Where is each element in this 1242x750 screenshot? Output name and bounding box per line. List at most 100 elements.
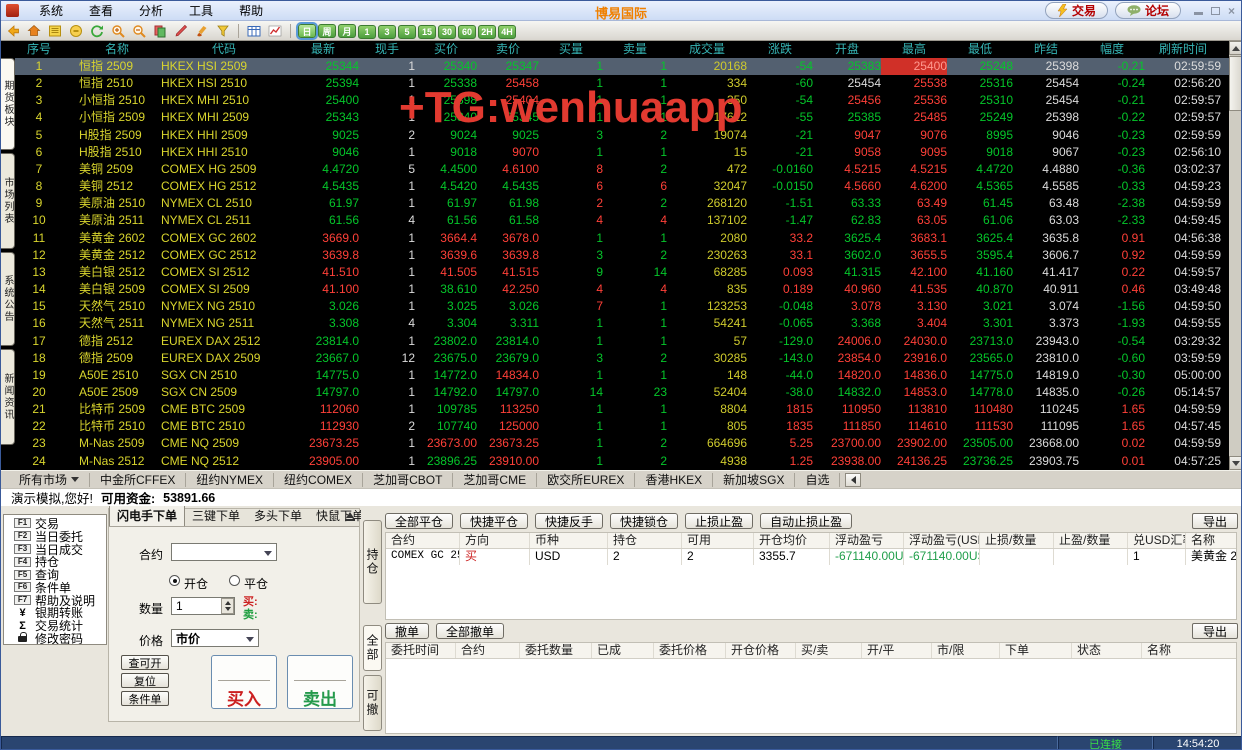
- order-action-1[interactable]: 全部撤单: [436, 623, 504, 639]
- filter-icon[interactable]: [214, 22, 232, 39]
- nav-item-9[interactable]: 修改密码: [4, 632, 106, 645]
- market-tab-2[interactable]: 纽约NYMEX: [186, 473, 274, 487]
- side-tab-0[interactable]: 期货板块: [1, 58, 15, 150]
- position-action-0[interactable]: 全部平仓: [385, 513, 453, 529]
- order-entry-tab-1[interactable]: 三键下单: [185, 506, 247, 526]
- period-button-30[interactable]: 30: [438, 25, 456, 39]
- position-action-4[interactable]: 止损止盈: [685, 513, 753, 529]
- paint-brush-icon[interactable]: [193, 22, 211, 39]
- quote-row[interactable]: 6H股指 2510HKEX HHI 251090461901890701115-…: [15, 144, 1229, 161]
- period-button-5[interactable]: 5: [398, 25, 416, 39]
- market-tab-9[interactable]: 自选: [795, 473, 840, 487]
- position-action-1[interactable]: 快捷平仓: [460, 513, 528, 529]
- position-row[interactable]: COMEX GC 2508买USD223355.7-671140.00USD-6…: [386, 549, 1236, 565]
- quote-col-header-9[interactable]: 成交量: [667, 41, 747, 58]
- back-icon[interactable]: [4, 22, 22, 39]
- quote-col-header-12[interactable]: 最高: [881, 41, 947, 58]
- quote-row[interactable]: 24M-Nas 2512CME NQ 251223905.00123896.25…: [15, 453, 1229, 470]
- scrollbar-thumb[interactable]: [1229, 56, 1242, 111]
- quote-row[interactable]: 20A50E 2509SGX CN 250914797.0114792.0147…: [15, 384, 1229, 401]
- collapse-pin-icon[interactable]: [345, 512, 355, 522]
- pages-icon[interactable]: [151, 22, 169, 39]
- quote-row[interactable]: 8美铜 2512COMEX HG 25124.543514.54204.5435…: [15, 178, 1229, 195]
- market-tab-8[interactable]: 新加坡SGX: [713, 473, 795, 487]
- quote-row[interactable]: 23M-Nas 2509CME NQ 250923673.25123673.00…: [15, 435, 1229, 452]
- quote-col-header-6[interactable]: 卖价: [477, 41, 539, 58]
- period-button-60[interactable]: 60: [458, 25, 476, 39]
- maximize-button[interactable]: [1211, 7, 1220, 15]
- order-entry-tab-2[interactable]: 多头下单: [247, 506, 309, 526]
- tab-all-orders[interactable]: 全部: [363, 625, 382, 671]
- check-open-button[interactable]: 查可开: [121, 655, 169, 670]
- zoom-in-icon[interactable]: [109, 22, 127, 39]
- side-tab-2[interactable]: 系统公告: [1, 252, 15, 346]
- trade-button[interactable]: 交易: [1045, 2, 1108, 19]
- contract-select[interactable]: [171, 543, 277, 561]
- position-action-3[interactable]: 快捷锁仓: [610, 513, 678, 529]
- quote-row[interactable]: 11美黄金 2602COMEX GC 26023669.013664.43678…: [15, 230, 1229, 247]
- period-button-2H[interactable]: 2H: [478, 25, 496, 39]
- reset-button[interactable]: 复位: [121, 673, 169, 688]
- quantity-stepper[interactable]: [221, 598, 234, 614]
- menu-item-3[interactable]: 工具: [176, 3, 226, 20]
- scroll-left-button[interactable]: [845, 473, 861, 487]
- forum-button[interactable]: 论坛: [1115, 2, 1181, 19]
- market-tab-0[interactable]: 所有市场: [9, 473, 90, 487]
- quote-row[interactable]: 22比特币 2510CME BTC 2510112930210774012500…: [15, 418, 1229, 435]
- menu-item-2[interactable]: 分析: [126, 3, 176, 20]
- export-positions-button[interactable]: 导出: [1192, 513, 1238, 529]
- order-entry-tab-0[interactable]: 闪电手下单: [109, 505, 185, 526]
- quote-col-header-15[interactable]: 幅度: [1079, 41, 1145, 58]
- quote-scrollbar[interactable]: [1229, 41, 1242, 470]
- quote-row[interactable]: 9美原油 2510NYMEX CL 251061.97161.9761.9822…: [15, 195, 1229, 212]
- quote-row[interactable]: 12美黄金 2512COMEX GC 25123639.813639.63639…: [15, 247, 1229, 264]
- quote-row[interactable]: 1恒指 2509HKEX HSI 25092534412534025347112…: [15, 58, 1229, 75]
- quote-col-header-14[interactable]: 昨结: [1013, 41, 1079, 58]
- period-button-4H[interactable]: 4H: [498, 25, 516, 39]
- book-icon[interactable]: [46, 22, 64, 39]
- period-button-1[interactable]: 1: [358, 25, 376, 39]
- quote-row[interactable]: 14美白银 2509COMEX SI 250941.100138.61042.2…: [15, 281, 1229, 298]
- market-tab-4[interactable]: 芝加哥CBOT: [363, 473, 453, 487]
- market-tab-1[interactable]: 中金所CFFEX: [90, 473, 186, 487]
- menu-item-1[interactable]: 查看: [76, 3, 126, 20]
- home-icon[interactable]: [25, 22, 43, 39]
- quote-row[interactable]: 10美原油 2511NYMEX CL 251161.56461.5661.584…: [15, 212, 1229, 229]
- close-button[interactable]: ×: [1228, 6, 1235, 16]
- sell-button[interactable]: 卖出: [287, 655, 353, 709]
- buy-button[interactable]: 买入: [211, 655, 277, 709]
- side-tab-1[interactable]: 市场列表: [1, 153, 15, 249]
- export-orders-button[interactable]: 导出: [1192, 623, 1238, 639]
- table-view-icon[interactable]: [245, 22, 263, 39]
- quote-row[interactable]: 18德指 2509EUREX DAX 250923667.01223675.02…: [15, 350, 1229, 367]
- quote-col-header-16[interactable]: 刷新时间: [1145, 41, 1229, 58]
- menu-item-0[interactable]: 系统: [26, 3, 76, 20]
- period-button-日[interactable]: 日: [298, 24, 316, 38]
- period-button-周[interactable]: 周: [318, 24, 336, 38]
- quote-col-header-1[interactable]: 名称: [63, 41, 155, 58]
- quote-row[interactable]: 7美铜 2509COMEX HG 25094.472054.45004.6100…: [15, 161, 1229, 178]
- price-select[interactable]: 市价: [171, 629, 259, 647]
- tab-positions[interactable]: 持仓: [363, 520, 382, 604]
- market-tab-3[interactable]: 纽约COMEX: [274, 473, 363, 487]
- period-button-3[interactable]: 3: [378, 25, 396, 39]
- zoom-out-icon[interactable]: [130, 22, 148, 39]
- quote-col-header-7[interactable]: 买量: [539, 41, 603, 58]
- side-tab-3[interactable]: 新闻资讯: [1, 349, 15, 445]
- quote-col-header-5[interactable]: 买价: [415, 41, 477, 58]
- quote-col-header-2[interactable]: 代码: [155, 41, 287, 58]
- open-position-radio[interactable]: [169, 575, 180, 586]
- order-action-0[interactable]: 撤单: [385, 623, 429, 639]
- refresh-icon[interactable]: [88, 22, 106, 39]
- quote-row[interactable]: 21比特币 2509CME BTC 2509112060110978511325…: [15, 401, 1229, 418]
- position-action-5[interactable]: 自动止损止盈: [760, 513, 852, 529]
- quote-row[interactable]: 16天然气 2511NYMEX NG 25113.30843.3043.3111…: [15, 315, 1229, 332]
- scroll-up-button[interactable]: [1229, 41, 1242, 55]
- period-button-15[interactable]: 15: [418, 25, 436, 39]
- quote-col-header-11[interactable]: 开盘: [813, 41, 881, 58]
- market-tab-5[interactable]: 芝加哥CME: [453, 473, 537, 487]
- quote-col-header-3[interactable]: 最新: [287, 41, 359, 58]
- scroll-down-button[interactable]: [1229, 456, 1242, 470]
- chart-view-icon[interactable]: [266, 22, 284, 39]
- quote-col-header-0[interactable]: 序号: [15, 41, 63, 58]
